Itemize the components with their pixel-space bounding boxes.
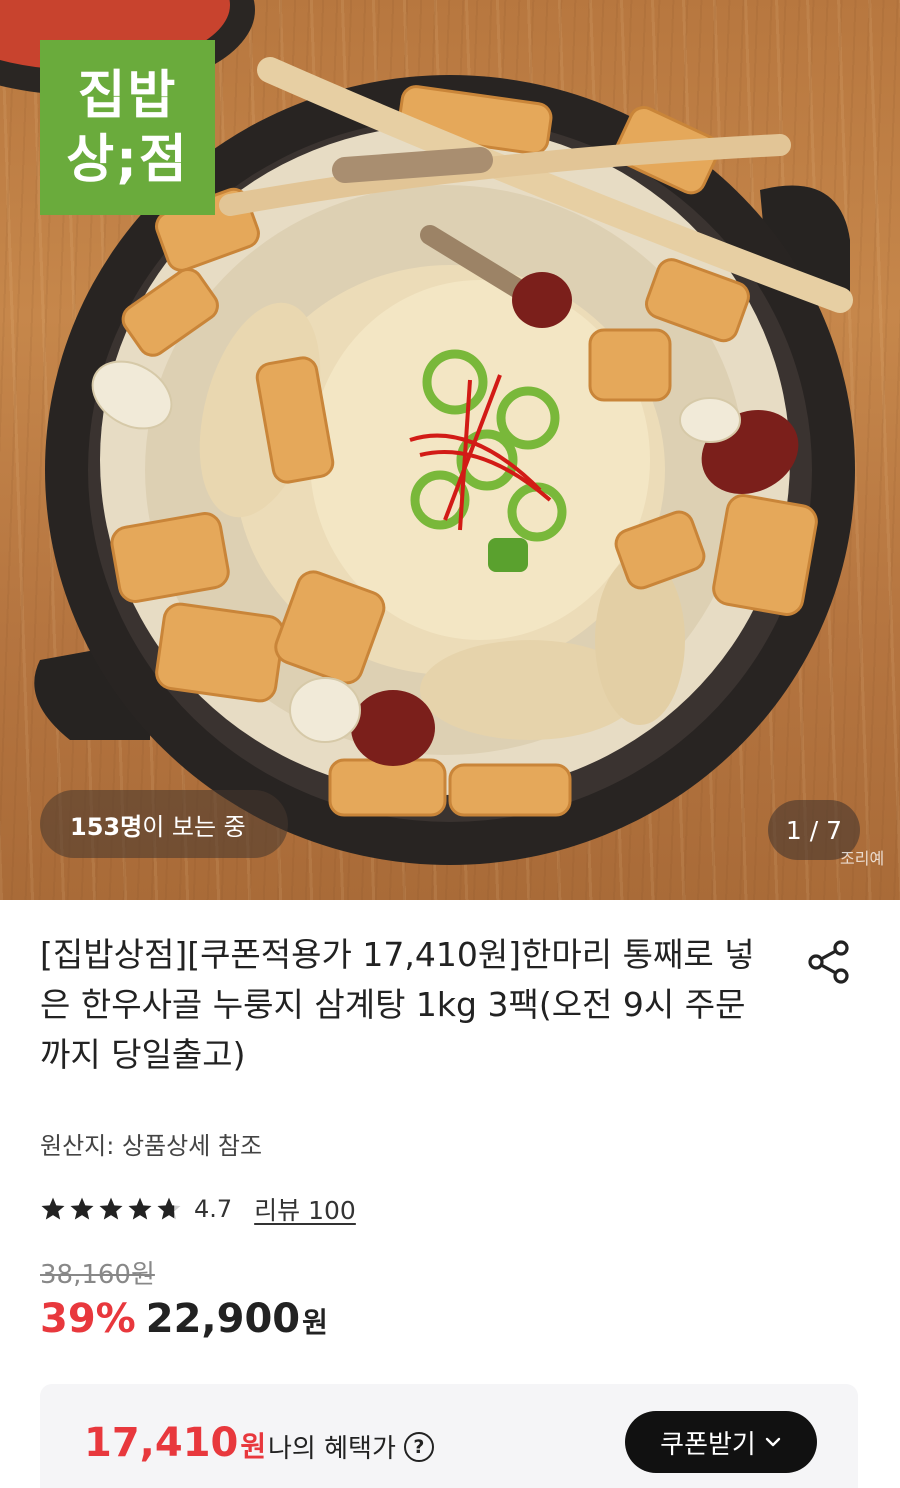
star-icon — [70, 1197, 94, 1220]
star-icon — [41, 1197, 65, 1220]
price-row: 39% 22,900 원 — [40, 1296, 328, 1350]
get-coupon-button[interactable]: 쿠폰받기 — [625, 1411, 817, 1473]
original-price: 38,160원 — [40, 1260, 155, 1290]
star-rating — [40, 1196, 182, 1222]
brand-logo-line1: 집밥 — [77, 65, 178, 126]
share-icon — [808, 940, 849, 984]
brand-logo-line2: 상;점 — [66, 129, 189, 190]
sale-price-unit: 원 — [302, 1306, 328, 1339]
star-icon — [99, 1197, 123, 1220]
benefit-label-text: 나의 혜택가 — [268, 1434, 396, 1464]
benefit-box: 17,410 원 나의 혜택가 ? 쿠폰받기 — [40, 1384, 858, 1488]
rating-row: 4.7 리뷰 100 — [40, 1192, 356, 1226]
get-coupon-label: 쿠폰받기 — [660, 1429, 756, 1460]
benefit-label: 나의 혜택가 ? — [268, 1428, 434, 1465]
rating-value: 4.7 — [194, 1195, 233, 1223]
star-icon — [157, 1197, 181, 1220]
benefit-price-value: 17,410 — [84, 1420, 239, 1466]
benefit-price-unit: 원 — [240, 1430, 267, 1463]
image-watermark: 조리예 — [840, 849, 885, 868]
viewers-count: 153명 — [70, 812, 143, 841]
discount-rate: 39% — [40, 1296, 136, 1342]
product-image[interactable]: 집밥 상;점 153명 이 보는 중 1 / 7 조리예 — [0, 0, 900, 900]
benefit-price: 17,410 원 — [84, 1420, 266, 1466]
share-button[interactable] — [803, 936, 855, 988]
origin-info: 원산지: 상품상세 참조 — [40, 1132, 263, 1160]
sale-price: 22,900 — [145, 1296, 301, 1342]
question-circle-icon[interactable]: ? — [403, 1431, 434, 1462]
live-viewers-badge: 153명 이 보는 중 — [40, 790, 288, 858]
review-link[interactable]: 리뷰 100 — [254, 1191, 356, 1227]
product-title: [집밥상점][쿠폰적용가 17,410원]한마리 통째로 넣은 한우사골 누룽지… — [40, 935, 755, 1074]
chevron-down-icon — [765, 1437, 781, 1447]
star-icon — [128, 1197, 152, 1220]
viewers-suffix: 이 보는 중 — [142, 812, 246, 841]
brand-logo: 집밥 상;점 — [40, 40, 215, 215]
